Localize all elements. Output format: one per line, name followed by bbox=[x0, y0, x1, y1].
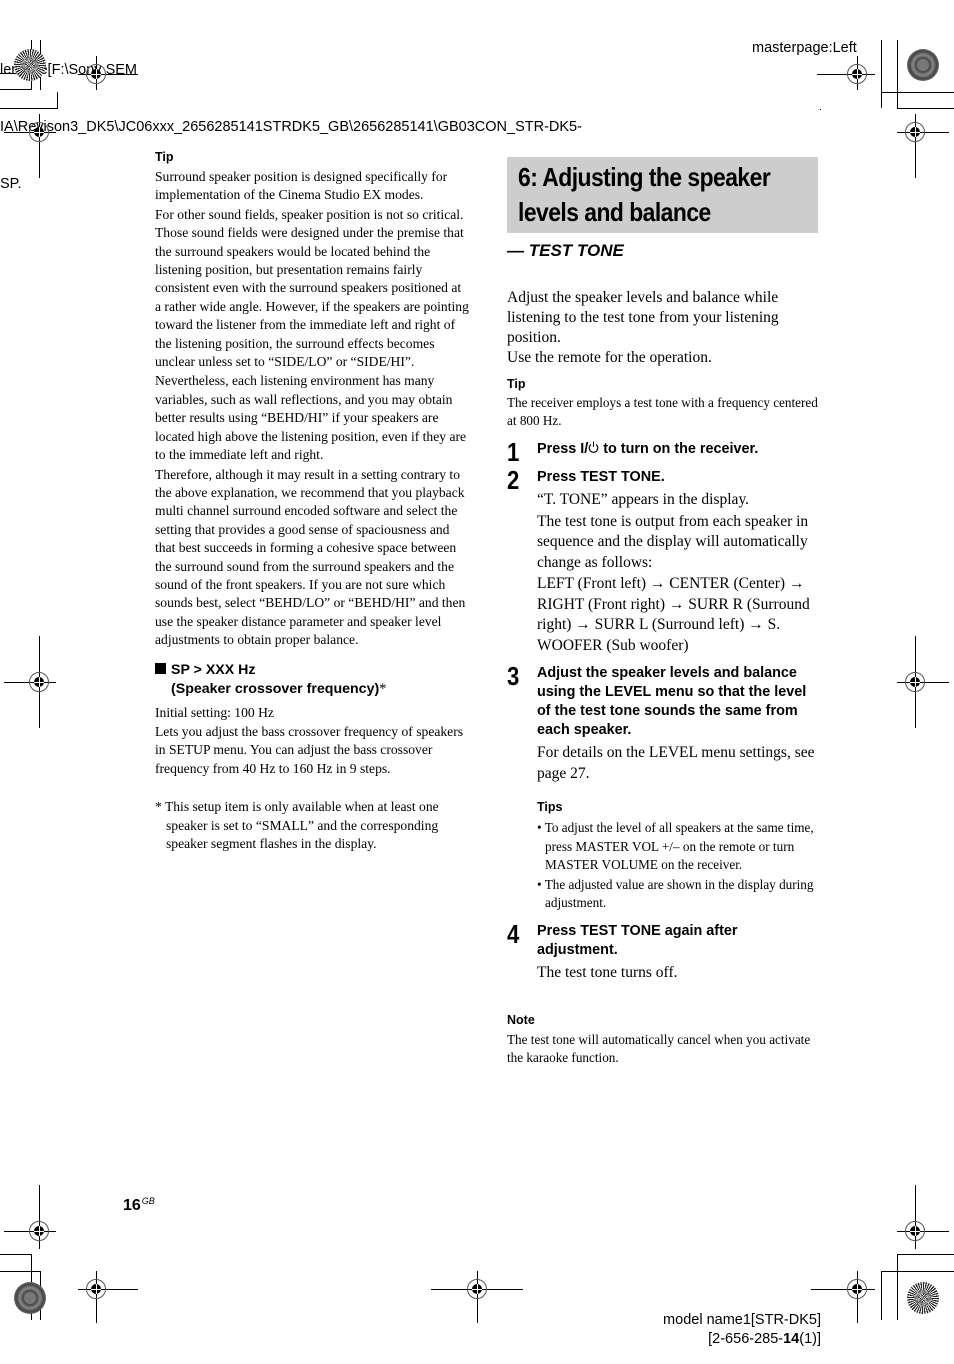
crop-line bbox=[0, 1271, 40, 1272]
speaker-sequence: LEFT (Front left) → CENTER (Center) → RI… bbox=[537, 575, 810, 654]
intro-line: Use the remote for the operation. bbox=[507, 349, 712, 366]
crop-line bbox=[897, 108, 954, 109]
section-title-line1: SP > XXX Hz bbox=[171, 661, 256, 678]
part-number: [2-656-285-14(1)] bbox=[708, 1331, 821, 1347]
step-text: The test tone is output from each speake… bbox=[537, 512, 809, 571]
tips-label: Tips bbox=[537, 800, 563, 814]
square-bullet-icon bbox=[155, 662, 166, 674]
masterpage-label: masterpage:Left bbox=[752, 40, 857, 56]
left-column: Tip Surround speaker position is designe… bbox=[155, 150, 470, 853]
step-title: Press TEST TONE. bbox=[537, 469, 665, 485]
step-text: The test tone turns off. bbox=[537, 963, 678, 981]
crop-line bbox=[897, 1254, 954, 1255]
model-info: model name1[STR-DK5] [2-656-285-14(1)] bbox=[663, 1311, 821, 1349]
section-description: Lets you adjust the bass crossover frequ… bbox=[155, 723, 464, 776]
power-icon bbox=[588, 441, 599, 454]
crop-line bbox=[897, 40, 898, 108]
footnote-asterisk: * bbox=[379, 681, 387, 698]
step-title: Press I/ to turn on the receiver. bbox=[537, 440, 819, 459]
step-title-text: Press I/ bbox=[537, 441, 589, 457]
tip-paragraph: For other sound fields, speaker position… bbox=[155, 206, 469, 370]
crop-line bbox=[881, 92, 954, 93]
crop-line bbox=[881, 1271, 954, 1272]
page-suffix: GB bbox=[141, 1196, 155, 1206]
step-body: “T. TONE” appears in the display. The te… bbox=[537, 490, 819, 656]
tip-bullet: • The adjusted value are shown in the di… bbox=[537, 876, 814, 911]
note-text: The test tone will automatically cancel … bbox=[507, 1032, 811, 1065]
registration-target-icon bbox=[14, 1282, 46, 1314]
tip-text: The receiver employs a test tone with a … bbox=[507, 395, 818, 428]
crop-line bbox=[0, 1254, 31, 1255]
step-title: Press TEST TONE again after adjustment. bbox=[537, 922, 738, 958]
note-block: Note The test tone will automatically ca… bbox=[507, 1013, 819, 1067]
crop-line bbox=[0, 89, 32, 90]
right-column: 6: Adjusting the speaker levels and bala… bbox=[507, 157, 819, 1067]
step-number: 1 bbox=[507, 437, 520, 467]
intro: Adjust the speaker levels and balance wh… bbox=[507, 288, 819, 368]
tip-bullet: • To adjust the level of all speakers at… bbox=[537, 820, 814, 872]
step-number: 3 bbox=[507, 661, 520, 691]
tip-paragraph: Nevertheless, each listening environment… bbox=[155, 373, 467, 463]
step-text: For details on the LEVEL menu settings, … bbox=[537, 744, 815, 782]
crop-line bbox=[881, 1271, 882, 1320]
step-title-text: to turn on the receiver. bbox=[599, 441, 759, 457]
step-body: For details on the LEVEL menu settings, … bbox=[537, 743, 819, 784]
step-2: 2 Press TEST TONE. “T. TONE” appears in … bbox=[507, 465, 819, 656]
crop-line bbox=[57, 92, 58, 109]
tip-label: Tip bbox=[507, 377, 526, 391]
page-title: 6: Adjusting the speaker levels and bala… bbox=[518, 162, 771, 227]
step-number: 2 bbox=[507, 465, 520, 495]
section-heading-crossover: SP > XXX Hz (Speaker crossover frequency… bbox=[155, 661, 470, 700]
crop-line bbox=[820, 109, 821, 110]
step-number: 4 bbox=[507, 918, 520, 949]
step-1: 1 Press I/ to turn on the receiver. bbox=[507, 439, 819, 465]
model-name: model name1[STR-DK5] bbox=[663, 1312, 821, 1328]
note-label: Note bbox=[507, 1013, 535, 1027]
registration-target-icon bbox=[907, 1282, 939, 1314]
step-title: Adjust the speaker levels and balance us… bbox=[537, 665, 807, 738]
crop-line bbox=[897, 1254, 898, 1320]
page-number: 16GB bbox=[123, 1196, 155, 1214]
registration-target-icon bbox=[14, 49, 46, 81]
registration-target-icon bbox=[907, 49, 939, 81]
step-3: 3 Adjust the speaker levels and balance … bbox=[507, 661, 819, 913]
crop-line bbox=[881, 40, 882, 108]
intro-line: Adjust the speaker levels and balance wh… bbox=[507, 289, 779, 346]
footnote: * This setup item is only available when… bbox=[155, 799, 439, 851]
crop-line bbox=[0, 108, 58, 109]
tip-paragraph: Therefore, although it may result in a s… bbox=[155, 466, 466, 648]
page-subtitle: — TEST TONE bbox=[507, 241, 624, 260]
tip-paragraph: Surround speaker position is designed sp… bbox=[155, 169, 448, 203]
step-text: “T. TONE” appears in the display. bbox=[537, 491, 750, 508]
filename-line: IA\Revison3_DK5\JC06xxx_2656285141STRDK5… bbox=[0, 119, 582, 135]
section-title-line2: (Speaker crossover frequency) bbox=[171, 681, 380, 698]
step-body: The test tone turns off. bbox=[537, 963, 819, 984]
tip-label: Tip bbox=[155, 150, 174, 164]
step-4: 4 Press TEST TONE again after adjustment… bbox=[507, 918, 819, 984]
title-banner: 6: Adjusting the speaker levels and bala… bbox=[507, 157, 818, 233]
initial-setting: Initial setting: 100 Hz bbox=[155, 704, 274, 720]
